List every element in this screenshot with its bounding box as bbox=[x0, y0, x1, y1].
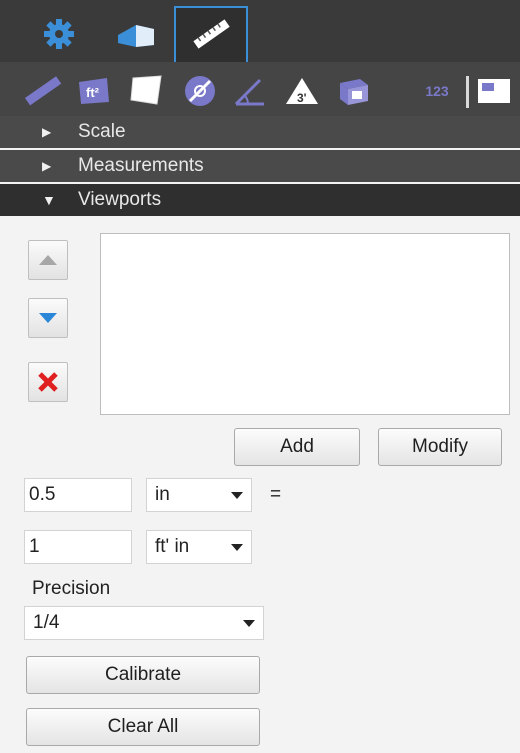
arrow-up-icon bbox=[39, 255, 57, 265]
svg-text:ft²: ft² bbox=[86, 85, 100, 100]
volume-tool[interactable]: 3' bbox=[282, 70, 322, 112]
add-button[interactable]: Add bbox=[234, 428, 360, 466]
calibrate-button[interactable]: Calibrate bbox=[26, 656, 260, 694]
clear-all-button[interactable]: Clear All bbox=[26, 708, 260, 746]
calibrate-button-label: Calibrate bbox=[104, 664, 182, 685]
chevron-down-icon bbox=[231, 544, 243, 551]
svg-text:3': 3' bbox=[297, 91, 307, 105]
chevron-down-icon bbox=[243, 620, 255, 627]
gear-icon bbox=[44, 19, 74, 49]
circle-measure-icon bbox=[185, 76, 215, 106]
toolbar-separator bbox=[466, 76, 469, 108]
precision-label: Precision bbox=[32, 578, 111, 599]
section-viewports[interactable]: ▼ Viewports bbox=[0, 184, 520, 216]
move-up-button[interactable] bbox=[28, 240, 68, 280]
chevron-down-icon bbox=[231, 492, 243, 499]
delete-x-icon bbox=[38, 372, 58, 392]
scale-unit-1-value: in bbox=[155, 484, 170, 505]
equals-sign: = bbox=[270, 484, 282, 505]
precision-select[interactable]: 1/4 bbox=[24, 606, 264, 640]
expand-arrow-icon: ▶ bbox=[42, 159, 52, 173]
count-icon: 123 bbox=[425, 83, 449, 99]
clear-all-button-label: Clear All bbox=[107, 716, 179, 737]
tab-measure[interactable] bbox=[174, 6, 248, 62]
count-tool[interactable]: 123 bbox=[412, 70, 462, 112]
section-measurements[interactable]: ▶ Measurements bbox=[0, 150, 520, 182]
area-tool[interactable]: ft² bbox=[74, 70, 114, 112]
ruler-icon bbox=[193, 19, 230, 49]
scale-value-1-input[interactable]: 0.5 bbox=[24, 478, 132, 512]
scale-unit-1-select[interactable]: in bbox=[146, 478, 252, 512]
ruler-tool[interactable] bbox=[22, 70, 62, 112]
add-button-label: Add bbox=[280, 436, 314, 457]
modify-button[interactable]: Modify bbox=[378, 428, 502, 466]
ruler-tool-icon bbox=[24, 76, 62, 106]
cube-icon bbox=[340, 79, 368, 105]
precision-value: 1/4 bbox=[33, 612, 60, 633]
delete-button[interactable] bbox=[28, 362, 68, 402]
viewport-tool[interactable] bbox=[474, 70, 514, 112]
section-measurements-label: Measurements bbox=[78, 155, 204, 176]
polygon-tool[interactable] bbox=[126, 70, 166, 112]
viewport-icon bbox=[478, 79, 510, 103]
tab-settings[interactable] bbox=[34, 6, 84, 62]
scale-value-2-input[interactable]: 1 bbox=[24, 530, 132, 564]
section-viewports-label: Viewports bbox=[78, 189, 162, 210]
move-down-button[interactable] bbox=[28, 298, 68, 338]
expand-arrow-icon: ▶ bbox=[42, 125, 52, 139]
cube-tool[interactable] bbox=[334, 70, 374, 112]
measure-toolbar: ft² 3' 123 bbox=[0, 62, 520, 120]
angle-tool[interactable] bbox=[230, 70, 270, 112]
section-scale-label: Scale bbox=[78, 121, 126, 142]
scale-unit-2-value: ft' in bbox=[155, 536, 190, 557]
arrow-down-icon bbox=[39, 313, 57, 323]
angle-icon bbox=[234, 78, 264, 106]
area-ft2-icon: ft² bbox=[79, 78, 109, 104]
building-icon bbox=[118, 25, 154, 47]
collapse-arrow-icon: ▼ bbox=[42, 192, 56, 208]
viewport-list[interactable] bbox=[100, 233, 510, 415]
polygon-icon bbox=[130, 75, 162, 105]
ribbon-tab-bar bbox=[0, 0, 520, 62]
volume-3d-icon: 3' bbox=[286, 78, 318, 105]
circle-tool[interactable] bbox=[180, 70, 220, 112]
scale-unit-2-select[interactable]: ft' in bbox=[146, 530, 252, 564]
section-scale[interactable]: ▶ Scale bbox=[0, 116, 520, 148]
modify-button-label: Modify bbox=[412, 436, 468, 457]
tab-building[interactable] bbox=[108, 6, 164, 62]
